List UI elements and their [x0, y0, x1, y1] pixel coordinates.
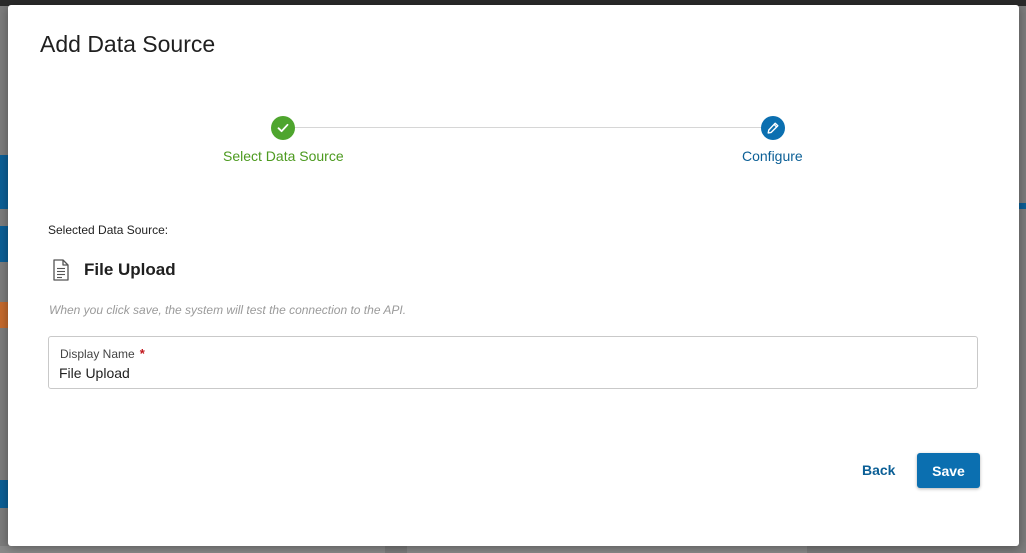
- background-card-left: [0, 546, 385, 553]
- background-blue-strip: [1019, 203, 1026, 209]
- step-active-indicator: [761, 116, 785, 140]
- dialog-title: Add Data Source: [40, 31, 216, 57]
- display-name-label: Display Name *: [60, 346, 145, 361]
- display-name-field: Display Name *: [48, 336, 978, 389]
- connection-test-hint: When you click save, the system will tes…: [49, 303, 407, 317]
- pencil-icon: [767, 122, 779, 134]
- add-data-source-dialog: Add Data Source Select Data Source Confi…: [8, 5, 1019, 546]
- stepper-connector: [294, 127, 766, 128]
- background-card-right: [407, 546, 807, 553]
- background-orange-badge: [0, 302, 8, 328]
- required-marker: *: [139, 346, 145, 361]
- display-name-input[interactable]: [59, 363, 959, 383]
- display-name-label-text: Display Name: [60, 347, 135, 361]
- selected-source-label: Selected Data Source:: [48, 223, 169, 237]
- back-button[interactable]: Back: [850, 453, 907, 487]
- selected-source: File Upload: [52, 259, 176, 281]
- document-icon: [53, 259, 69, 281]
- save-button[interactable]: Save: [917, 453, 980, 488]
- background-blue-button: [0, 226, 8, 262]
- step-select-data-source[interactable]: Select Data Source: [223, 148, 344, 164]
- selected-source-name: File Upload: [84, 260, 176, 279]
- background-blue-badge: [0, 480, 8, 508]
- background-blue-panel: [0, 155, 8, 209]
- step-configure: Configure: [742, 148, 803, 164]
- checkmark-icon: [277, 123, 289, 133]
- step-complete-indicator: [271, 116, 295, 140]
